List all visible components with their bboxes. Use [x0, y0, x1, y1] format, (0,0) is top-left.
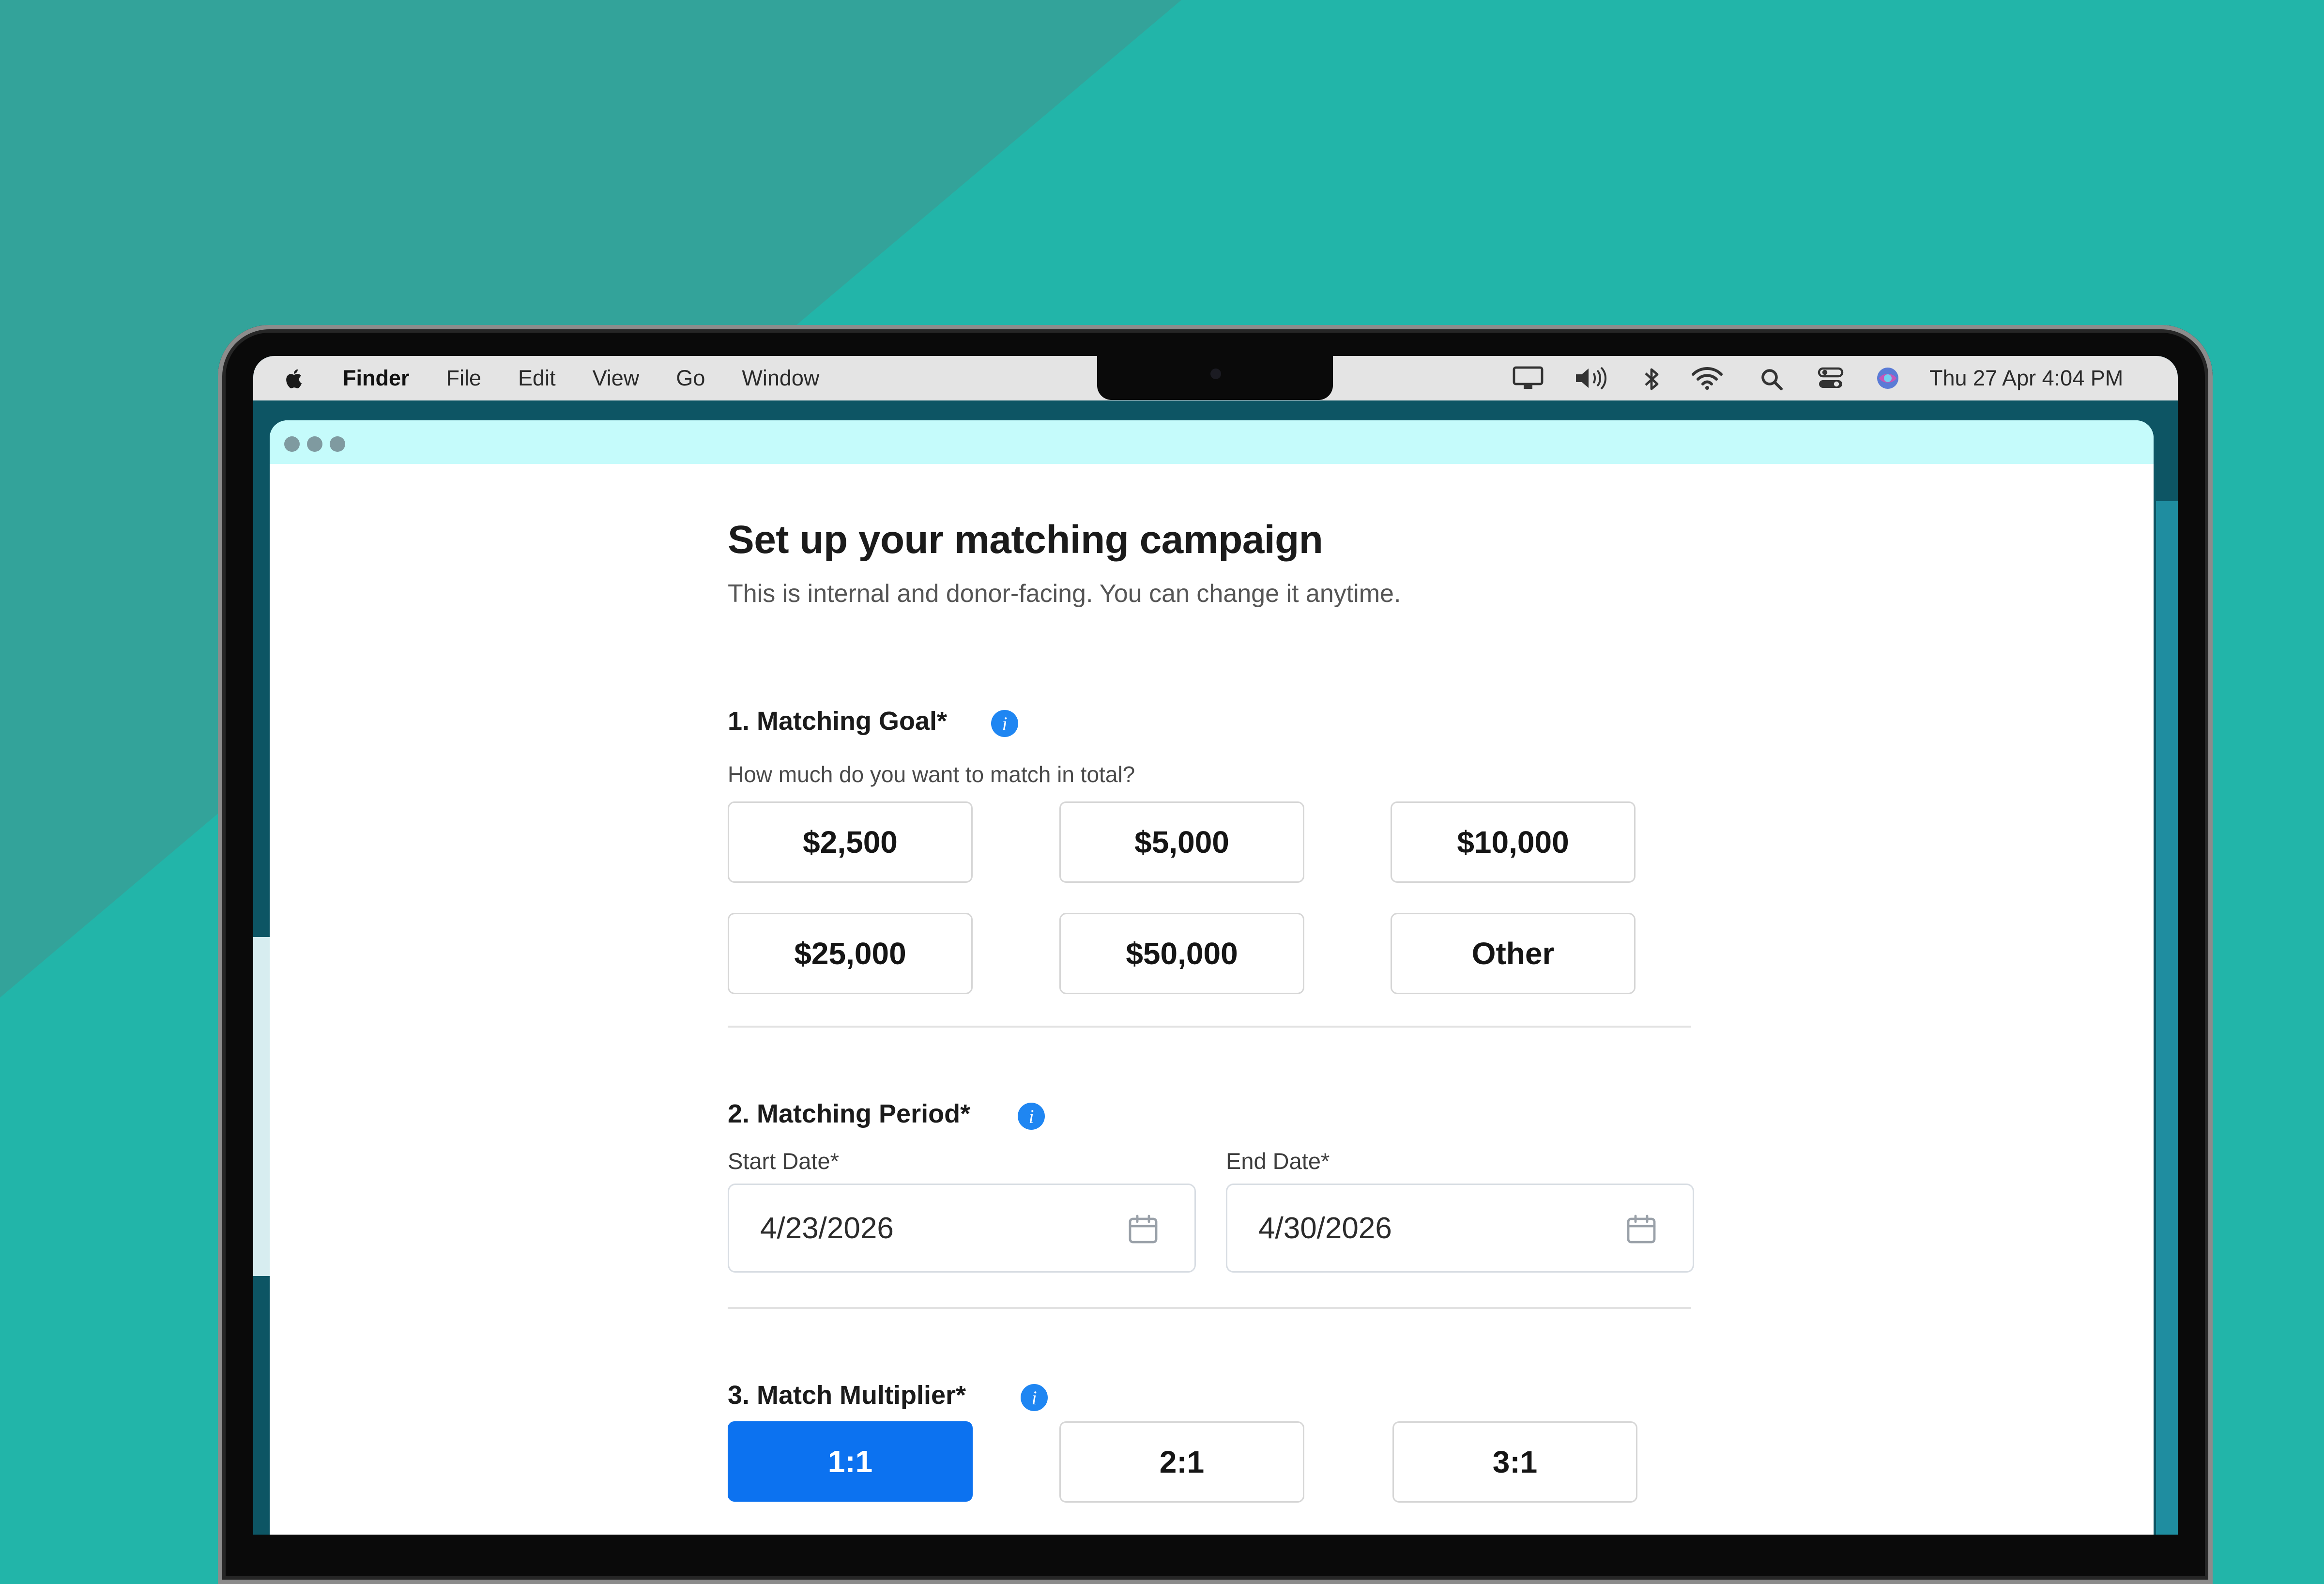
- page-title: Set up your matching campaign: [728, 518, 1323, 562]
- search-icon[interactable]: [1760, 368, 1783, 391]
- menu-finder[interactable]: Finder: [343, 366, 410, 391]
- menubar-clock[interactable]: Thu 27 Apr 4:04 PM: [1929, 356, 2123, 400]
- goal-option-5000[interactable]: $5,000: [1059, 801, 1304, 883]
- multiplier-info-icon[interactable]: i: [1021, 1384, 1048, 1411]
- menu-edit[interactable]: Edit: [518, 366, 556, 391]
- window-zoom-button[interactable]: [330, 436, 345, 452]
- goal-option-25000[interactable]: $25,000: [728, 913, 973, 994]
- menu-view[interactable]: View: [593, 366, 640, 391]
- goal-info-icon[interactable]: i: [991, 710, 1018, 737]
- window-minimize-button[interactable]: [307, 436, 322, 452]
- window-close-button[interactable]: [284, 436, 300, 452]
- control-center-icon[interactable]: [1817, 366, 1844, 391]
- display-icon[interactable]: [1512, 366, 1544, 391]
- period-heading: 2. Matching Period*: [728, 1099, 971, 1128]
- menubar-menus: Finder File Edit View Go Window: [343, 356, 856, 400]
- menu-file[interactable]: File: [446, 366, 482, 391]
- apple-logo-icon[interactable]: [283, 367, 306, 391]
- multiplier-option-2-1[interactable]: 2:1: [1059, 1421, 1304, 1503]
- end-date-value: 4/30/2026: [1258, 1212, 1392, 1245]
- menu-window[interactable]: Window: [742, 366, 819, 391]
- goal-option-10000[interactable]: $10,000: [1391, 801, 1636, 883]
- calendar-icon[interactable]: [1126, 1212, 1161, 1246]
- wifi-icon[interactable]: [1691, 366, 1723, 391]
- multiplier-heading: 3. Match Multiplier*: [728, 1381, 966, 1410]
- goal-hint: How much do you want to match in total?: [728, 762, 1135, 787]
- goal-option-2500[interactable]: $2,500: [728, 801, 973, 883]
- end-date-input[interactable]: 4/30/2026: [1226, 1184, 1694, 1273]
- end-date-label: End Date*: [1226, 1148, 1330, 1174]
- app-window: Set up your matching campaign This is in…: [270, 420, 2154, 1535]
- bluetooth-icon[interactable]: [1643, 366, 1661, 393]
- window-titlebar: [270, 420, 2154, 464]
- start-date-label: Start Date*: [728, 1148, 839, 1174]
- calendar-icon[interactable]: [1624, 1212, 1659, 1246]
- section-divider: [728, 1307, 1691, 1309]
- menu-go[interactable]: Go: [676, 366, 705, 391]
- multiplier-option-3-1[interactable]: 3:1: [1392, 1421, 1637, 1503]
- window-controls: [284, 436, 352, 452]
- page-subtitle: This is internal and donor-facing. You c…: [728, 580, 1401, 608]
- goal-heading: 1. Matching Goal*: [728, 707, 948, 736]
- multiplier-option-1-1[interactable]: 1:1: [728, 1421, 973, 1502]
- camera-icon: [1210, 369, 1221, 379]
- volume-icon[interactable]: [1573, 366, 1610, 391]
- goal-option-other[interactable]: Other: [1391, 913, 1636, 994]
- start-date-input[interactable]: 4/23/2026: [728, 1184, 1196, 1273]
- section-divider: [728, 1026, 1691, 1028]
- start-date-value: 4/23/2026: [760, 1212, 894, 1245]
- siri-icon[interactable]: [1875, 366, 1900, 391]
- laptop-screen: Finder File Edit View Go Window Thu 27 A…: [253, 356, 2178, 1535]
- period-info-icon[interactable]: i: [1018, 1103, 1045, 1130]
- goal-option-50000[interactable]: $50,000: [1059, 913, 1304, 994]
